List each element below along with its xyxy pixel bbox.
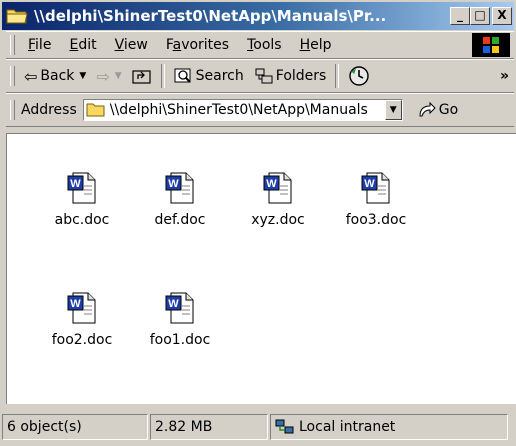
status-zone-label: Local intranet — [299, 419, 396, 435]
menu-bar: File Edit View Favorites Tools Help — [6, 31, 514, 59]
minimize-button[interactable]: _ — [450, 7, 470, 25]
close-button[interactable]: X — [492, 7, 512, 25]
svg-text:W: W — [168, 298, 179, 310]
forward-arrow-icon: ⇨ — [96, 66, 110, 86]
file-name: xyz.doc — [251, 212, 305, 228]
forward-button[interactable]: ⇨ ▼ — [91, 67, 126, 86]
folders-icon — [255, 68, 273, 84]
menu-tools[interactable]: Tools — [238, 37, 291, 53]
standard-toolbar: ⇦ Back ▼ ⇨ ▼ Search Folders » — [6, 59, 514, 93]
file-name: def.doc — [154, 212, 206, 228]
word-document-icon: W — [165, 172, 195, 204]
address-input[interactable]: \\delphi\ShinerTest0\NetApp\Manuals ▼ — [82, 99, 403, 121]
status-bar: 6 object(s) 2.82 MB Local intranet — [0, 408, 516, 446]
file-list-view[interactable]: Wabc.doc Wdef.doc Wxyz.doc Wfoo3.doc Wfoo2.d… — [6, 133, 516, 404]
menubar-grip[interactable] — [10, 35, 15, 55]
go-button[interactable]: Go — [417, 101, 458, 119]
word-document-icon: W — [165, 292, 195, 324]
window-title: \\delphi\ShinerTest0\NetApp\Manuals\Pr..… — [34, 7, 387, 25]
up-folder-button[interactable] — [127, 67, 157, 85]
status-zone: Local intranet — [270, 414, 508, 440]
address-bar: Address \\delphi\ShinerTest0\NetApp\Manu… — [6, 93, 514, 127]
windows-logo-icon — [472, 33, 510, 57]
addressbar-grip[interactable] — [10, 100, 15, 120]
address-label: Address — [21, 102, 77, 118]
back-arrow-icon: ⇦ — [24, 66, 38, 86]
toolbar-separator — [335, 64, 340, 88]
menu-view[interactable]: View — [106, 37, 157, 53]
file-name: abc.doc — [54, 212, 110, 228]
word-document-icon: W — [361, 172, 391, 204]
address-value: \\delphi\ShinerTest0\NetApp\Manuals — [109, 102, 368, 118]
svg-text:W: W — [70, 298, 81, 310]
svg-text:W: W — [266, 178, 277, 190]
local-intranet-icon — [275, 419, 294, 434]
svg-text:W: W — [70, 178, 81, 190]
back-dropdown-icon[interactable]: ▼ — [79, 71, 86, 81]
title-bar[interactable]: \\delphi\ShinerTest0\NetApp\Manuals\Pr..… — [2, 2, 514, 30]
folders-label: Folders — [275, 68, 327, 84]
svg-text:W: W — [168, 178, 179, 190]
go-label: Go — [438, 102, 459, 118]
file-item[interactable]: Wfoo1.doc — [135, 292, 225, 348]
svg-text:W: W — [364, 178, 375, 190]
word-document-icon: W — [67, 292, 97, 324]
file-item[interactable]: Wabc.doc — [37, 172, 127, 228]
forward-dropdown-icon[interactable]: ▼ — [115, 71, 122, 81]
address-dropdown-button[interactable]: ▼ — [384, 100, 402, 120]
go-arrow-icon — [419, 101, 436, 117]
file-item[interactable]: Wxyz.doc — [233, 172, 323, 228]
explorer-window: \\delphi\ShinerTest0\NetApp\Manuals\Pr..… — [0, 0, 516, 446]
back-button[interactable]: ⇦ Back ▼ — [19, 67, 91, 86]
history-button[interactable] — [343, 65, 375, 87]
menu-help[interactable]: Help — [291, 37, 341, 53]
menu-edit[interactable]: Edit — [60, 37, 105, 53]
folder-icon — [6, 7, 28, 25]
back-label: Back — [40, 68, 75, 84]
file-item[interactable]: Wfoo2.doc — [37, 292, 127, 348]
file-name: foo1.doc — [149, 332, 211, 348]
toolbar-overflow-button[interactable]: » — [495, 68, 514, 84]
menu-favorites[interactable]: Favorites — [157, 37, 238, 53]
menu-file[interactable]: File — [19, 37, 60, 53]
word-document-icon: W — [263, 172, 293, 204]
word-document-icon: W — [67, 172, 97, 204]
toolbar-grip[interactable] — [10, 66, 15, 86]
file-item[interactable]: Wfoo3.doc — [331, 172, 421, 228]
status-object-count: 6 object(s) — [2, 414, 148, 440]
history-icon — [349, 66, 370, 86]
folder-icon — [86, 103, 105, 117]
search-button[interactable]: Search — [169, 67, 249, 85]
up-folder-icon — [132, 70, 151, 84]
file-item[interactable]: Wdef.doc — [135, 172, 225, 228]
search-icon — [174, 68, 191, 83]
file-name: foo3.doc — [345, 212, 407, 228]
folders-button[interactable]: Folders — [249, 67, 332, 85]
file-name: foo2.doc — [51, 332, 113, 348]
search-label: Search — [195, 68, 244, 84]
toolbar-separator — [160, 64, 165, 88]
status-size: 2.82 MB — [150, 414, 268, 440]
maximize-button[interactable]: □ — [470, 7, 490, 25]
